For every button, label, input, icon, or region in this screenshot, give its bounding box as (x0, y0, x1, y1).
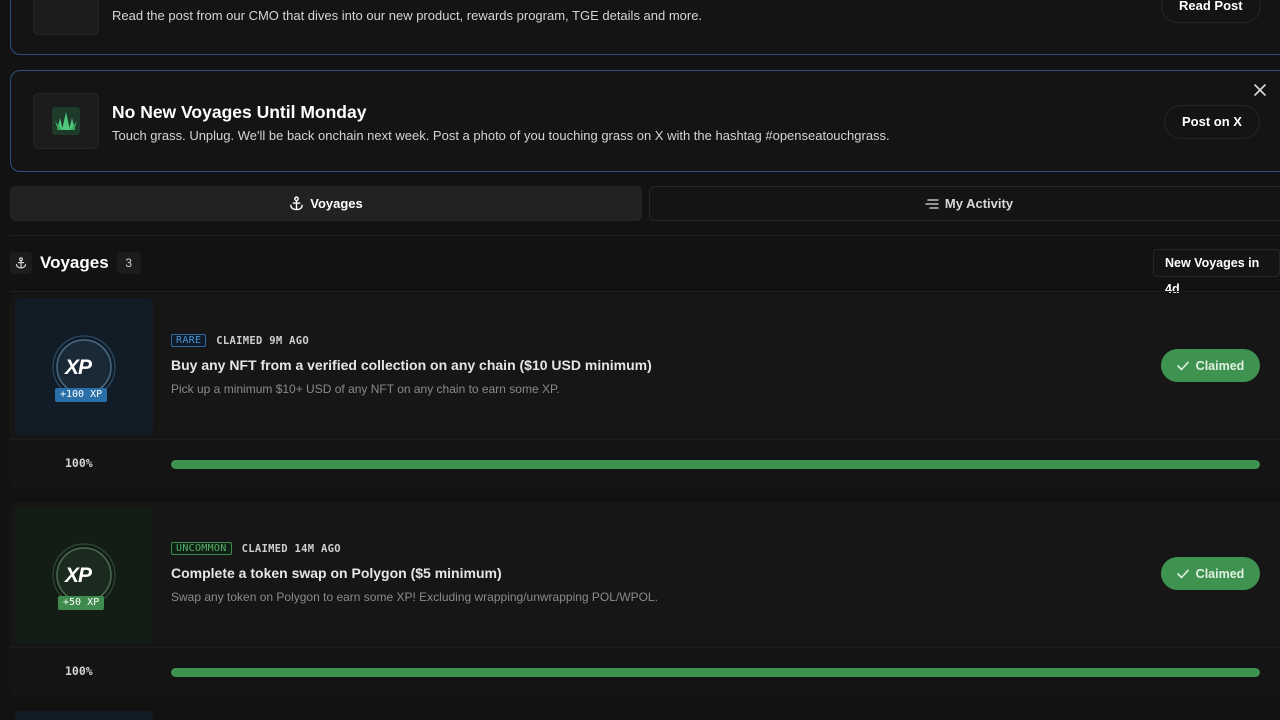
divider (10, 235, 1280, 236)
checkmark-icon (1176, 569, 1189, 578)
voyage-meta: RARE CLAIMED 9M AGO (171, 334, 309, 347)
xp-reward-badge: +50 XP (58, 596, 105, 610)
banner-avatars-thumbnail (33, 0, 99, 35)
anchor-icon (10, 252, 32, 274)
progress-fill (171, 460, 1260, 469)
voyage-meta: UNCOMMON CLAIMED 14M AGO (171, 542, 341, 555)
voyages-section-header: Voyages 3 (10, 252, 141, 274)
voyage-thumbnail (15, 711, 153, 720)
checkmark-icon (1176, 361, 1189, 370)
progress-percent: 100% (65, 456, 93, 470)
xp-label: XP (65, 564, 92, 587)
claimed-label: Claimed (1195, 566, 1245, 581)
progress-bar (171, 460, 1260, 469)
tab-label: My Activity (944, 196, 1014, 211)
voyage-title: Buy any NFT from a verified collection o… (171, 357, 652, 373)
claimed-timestamp: CLAIMED 14M AGO (241, 542, 341, 555)
voyage-thumbnail: XP +50 XP (15, 506, 153, 643)
voyage-description: Swap any token on Polygon to earn some X… (171, 590, 658, 604)
cmo-post-banner: Read the post from our CMO that dives in… (10, 0, 1280, 55)
banner-description: Touch grass. Unplug. We'll be back oncha… (112, 128, 890, 143)
progress-bar (171, 668, 1260, 677)
anchor-icon (290, 196, 304, 211)
list-icon (925, 198, 939, 209)
tab-label: Voyages (310, 196, 363, 211)
voyage-progress: 100% (10, 439, 1280, 489)
banner-title: No New Voyages Until Monday (112, 102, 367, 122)
banner-description: Read the post from our CMO that dives in… (112, 8, 703, 23)
avatar-group-icon (34, 0, 98, 34)
xp-reward-badge: +100 XP (55, 388, 108, 402)
claimed-button[interactable]: Claimed (1161, 557, 1260, 590)
voyage-card[interactable]: XP +100 XP RARE CLAIMED 9M AGO Buy any N… (10, 294, 1280, 489)
close-icon[interactable] (1252, 82, 1268, 98)
voyage-thumbnail: XP +100 XP (15, 298, 153, 435)
read-post-button[interactable]: Read Post (1161, 0, 1261, 23)
tab-my-activity[interactable]: My Activity (649, 186, 1280, 221)
post-on-x-button[interactable]: Post on X (1164, 105, 1260, 139)
page: Read the post from our CMO that dives in… (0, 0, 1280, 720)
rarity-tag: RARE (171, 334, 207, 347)
progress-percent: 100% (65, 664, 93, 678)
voyage-title: Complete a token swap on Polygon ($5 min… (171, 565, 502, 581)
banner-thumbnail (33, 93, 99, 149)
grass-icon (52, 107, 80, 135)
voyage-progress: 100% (10, 647, 1280, 697)
claimed-button[interactable]: Claimed (1161, 349, 1260, 382)
xp-label: XP (65, 356, 92, 379)
voyage-count-badge: 3 (116, 252, 141, 274)
voyage-card[interactable]: XP +50 XP UNCOMMON CLAIMED 14M AGO Compl… (10, 502, 1280, 697)
voyage-description: Pick up a minimum $10+ USD of any NFT on… (171, 382, 560, 396)
tab-voyages[interactable]: Voyages (10, 186, 642, 221)
progress-fill (171, 668, 1260, 677)
claimed-timestamp: CLAIMED 9M AGO (216, 334, 309, 347)
rarity-tag: UNCOMMON (171, 542, 232, 555)
claimed-label: Claimed (1195, 358, 1245, 373)
section-title: Voyages (40, 253, 109, 272)
touch-grass-banner: No New Voyages Until Monday Touch grass.… (10, 70, 1280, 172)
new-voyages-countdown: New Voyages in 4d (1153, 249, 1280, 296)
divider (10, 291, 1280, 292)
